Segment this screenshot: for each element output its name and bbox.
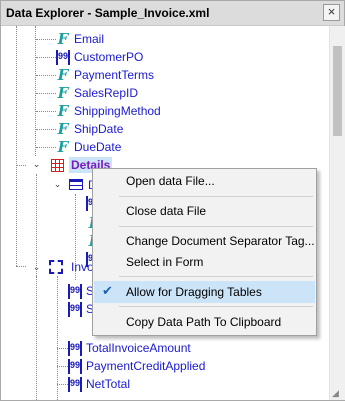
- numeric-field-icon: 99: [68, 284, 82, 299]
- tree-item-label: PaymentTerms: [74, 68, 155, 82]
- vertical-scrollbar[interactable]: [329, 26, 345, 400]
- close-button[interactable]: ×: [323, 4, 340, 21]
- tree-guide-line: [57, 348, 68, 349]
- tree-guide-line: [57, 276, 58, 400]
- tree-guide-line: [36, 129, 56, 130]
- tree-guide-line: [57, 366, 68, 367]
- tree-item-label: ShipDate: [74, 122, 124, 136]
- text-field-icon: F: [57, 138, 69, 156]
- menu-item-open-data-file[interactable]: Open data File...: [94, 170, 315, 192]
- menu-item-allow-dragging-tables[interactable]: ✔ Allow for Dragging Tables: [94, 281, 315, 303]
- tree-item-label: ShippingMethod: [74, 104, 161, 118]
- numeric-field-icon: 99: [68, 377, 82, 392]
- menu-item-label: Select in Form: [126, 255, 204, 269]
- tree-guide-line: [36, 276, 37, 400]
- tree-guide-line: [57, 384, 68, 385]
- tree-item-label: NetTotal: [86, 377, 131, 391]
- menu-item-label: Open data File...: [126, 174, 215, 188]
- tree-guide-line: [16, 165, 26, 166]
- table-row-icon: [69, 179, 83, 190]
- tree-item-label: Email: [74, 32, 105, 46]
- group-icon: [49, 260, 63, 274]
- menu-item-label: Copy Data Path To Clipboard: [126, 315, 282, 329]
- checkmark-icon: ✔: [102, 283, 113, 298]
- tree-item-label: PaymentCreditApplied: [86, 359, 206, 373]
- menu-item-change-separator-tag[interactable]: Change Document Separator Tag...: [94, 230, 315, 252]
- context-menu: Open data File... Close data File Change…: [92, 168, 317, 336]
- table-grid-icon: [51, 159, 64, 172]
- menu-separator: [119, 226, 313, 227]
- tree-guide-line: [36, 57, 56, 58]
- collapse-chevron-icon[interactable]: ⌄: [53, 180, 62, 189]
- menu-separator: [119, 196, 313, 197]
- numeric-field-icon: 99: [68, 341, 82, 356]
- resize-grip-icon[interactable]: ◢: [332, 388, 342, 398]
- menu-separator: [119, 276, 313, 277]
- menu-item-label: Close data File: [126, 204, 207, 218]
- numeric-field-icon: 99: [68, 359, 82, 374]
- tree-item-label: TotalInvoiceAmount: [86, 341, 191, 355]
- tree-guide-line: [16, 26, 17, 266]
- numeric-field-icon: 99: [68, 302, 82, 317]
- tree-guide-line: [36, 93, 56, 94]
- collapse-chevron-icon[interactable]: ⌄: [32, 263, 41, 272]
- window-title: Data Explorer - Sample_Invoice.xml: [6, 6, 210, 20]
- scrollbar-thumb[interactable]: [333, 46, 342, 136]
- text-field-icon: F: [57, 66, 69, 84]
- menu-item-copy-data-path[interactable]: Copy Data Path To Clipboard: [94, 311, 315, 333]
- tree-guide-line: [36, 147, 56, 148]
- numeric-field-icon: 99: [56, 50, 70, 65]
- tree-guide-line: [35, 26, 36, 156]
- tree-item-label: Invo: [71, 260, 94, 274]
- tree-item-label: DueDate: [74, 140, 122, 154]
- tree-guide-line: [36, 39, 56, 40]
- tree-item-label: CustomerPO: [74, 50, 144, 64]
- text-field-icon: F: [57, 30, 69, 48]
- text-field-icon: F: [57, 84, 69, 102]
- text-field-icon: F: [57, 102, 69, 120]
- tree-guide-line: [36, 111, 56, 112]
- menu-item-label: Change Document Separator Tag...: [126, 234, 315, 248]
- menu-item-close-data-file[interactable]: Close data File: [94, 200, 315, 222]
- tree-guide-line: [16, 266, 26, 267]
- menu-item-select-in-form[interactable]: Select in Form: [94, 251, 315, 273]
- menu-separator: [119, 306, 313, 307]
- collapse-chevron-icon[interactable]: ⌄: [32, 160, 41, 169]
- menu-item-label: Allow for Dragging Tables: [126, 285, 262, 299]
- text-field-icon: F: [57, 120, 69, 138]
- title-bar: Data Explorer - Sample_Invoice.xml ×: [1, 1, 344, 26]
- tree-item-label: SalesRepID: [74, 86, 139, 100]
- tree-guide-line: [36, 75, 56, 76]
